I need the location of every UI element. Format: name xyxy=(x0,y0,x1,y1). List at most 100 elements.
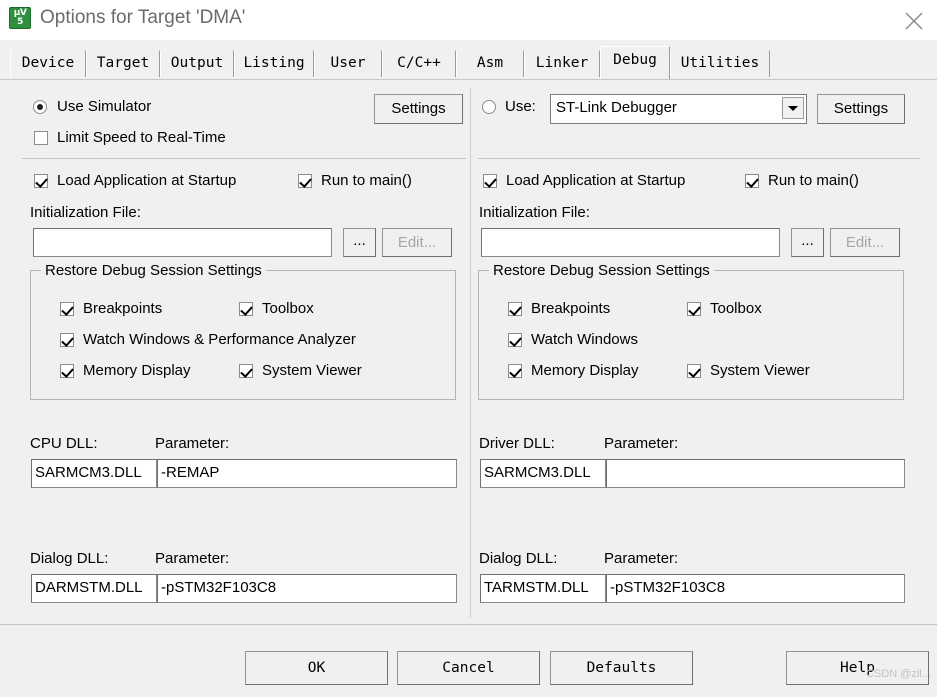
use-debugger-label: Use: xyxy=(505,98,536,115)
simulator-load-app-label: Load Application at Startup xyxy=(57,172,237,189)
simulator-dialog-parameter-input[interactable]: -pSTM32F103C8 xyxy=(157,574,457,603)
hardware-memory-display-checkbox[interactable] xyxy=(508,364,522,378)
simulator-watch-windows-label: Watch Windows & Performance Analyzer xyxy=(83,331,356,348)
hardware-settings-button[interactable]: Settings xyxy=(817,94,905,124)
simulator-breakpoints-label: Breakpoints xyxy=(83,300,163,317)
hardware-dialog-dll-input[interactable]: TARMSTM.DLL xyxy=(480,574,606,603)
simulator-separator xyxy=(22,158,466,159)
simulator-edit-label: Edit... xyxy=(397,234,437,251)
watermark: CSDN @zll... xyxy=(866,668,931,680)
hardware-watch-windows-label: Watch Windows xyxy=(531,331,638,348)
tab-user[interactable]: User xyxy=(314,50,382,77)
debugger-select-value: ST-Link Debugger xyxy=(556,99,677,116)
hardware-system-viewer-label: System Viewer xyxy=(710,362,810,379)
tab-target-label: Target xyxy=(96,55,150,71)
close-icon[interactable] xyxy=(891,0,937,38)
tab-output[interactable]: Output xyxy=(160,50,234,77)
simulator-dialog-dll-input[interactable]: DARMSTM.DLL xyxy=(31,574,157,603)
simulator-run-to-main-label: Run to main() xyxy=(321,172,412,189)
tab-debug-label: Debug xyxy=(613,52,657,68)
hardware-init-file-input[interactable] xyxy=(481,228,780,257)
tab-utilities-label: Utilities xyxy=(680,55,760,71)
hardware-breakpoints-label: Breakpoints xyxy=(531,300,611,317)
hardware-edit-button[interactable]: Edit... xyxy=(830,228,900,257)
simulator-settings-button[interactable]: Settings xyxy=(374,94,463,124)
simulator-dialog-dll-label: Dialog DLL: xyxy=(30,550,109,567)
tab-cpp-label: C/C++ xyxy=(397,55,441,71)
tab-listing[interactable]: Listing xyxy=(234,50,314,77)
simulator-toolbox-label: Toolbox xyxy=(262,300,314,317)
driver-dll-label: Driver DLL: xyxy=(479,435,555,452)
simulator-system-viewer-checkbox[interactable] xyxy=(239,364,253,378)
use-debugger-radio[interactable] xyxy=(482,100,496,114)
tab-cpp[interactable]: C/C++ xyxy=(382,50,456,77)
cpu-parameter-input[interactable]: -REMAP xyxy=(157,459,457,488)
ok-label: OK xyxy=(307,660,326,676)
defaults-button[interactable]: Defaults xyxy=(550,651,693,685)
simulator-init-file-label: Initialization File: xyxy=(30,204,141,221)
hardware-run-to-main-checkbox[interactable] xyxy=(745,174,759,188)
use-simulator-label: Use Simulator xyxy=(57,98,152,115)
tab-utilities[interactable]: Utilities xyxy=(670,50,770,77)
dialog-footer: OK Cancel Defaults Help CSDN @zll... xyxy=(0,624,937,697)
window-title: Options for Target 'DMA' xyxy=(40,7,246,28)
driver-parameter-label: Parameter: xyxy=(604,435,679,452)
title-bar: μV 5 Options for Target 'DMA' xyxy=(0,0,937,41)
driver-parameter-input[interactable] xyxy=(606,459,905,488)
hardware-system-viewer-checkbox[interactable] xyxy=(687,364,701,378)
simulator-toolbox-checkbox[interactable] xyxy=(239,302,253,316)
hardware-restore-group-title: Restore Debug Session Settings xyxy=(489,262,714,279)
tab-debug[interactable]: Debug xyxy=(600,46,670,79)
tab-device[interactable]: Device xyxy=(10,50,86,77)
simulator-breakpoints-checkbox[interactable] xyxy=(60,302,74,316)
use-simulator-radio[interactable] xyxy=(33,100,47,114)
tab-target[interactable]: Target xyxy=(86,50,160,77)
tab-listing-label: Listing xyxy=(243,55,305,71)
hardware-load-app-checkbox[interactable] xyxy=(483,174,497,188)
tab-output-label: Output xyxy=(170,55,224,71)
debugger-select[interactable]: ST-Link Debugger xyxy=(550,94,807,124)
simulator-restore-group-title: Restore Debug Session Settings xyxy=(41,262,266,279)
hardware-browse-button[interactable]: ... xyxy=(791,228,824,257)
hardware-browse-label: ... xyxy=(801,232,814,249)
simulator-dialog-parameter-label: Parameter: xyxy=(155,550,230,567)
hardware-memory-display-label: Memory Display xyxy=(531,362,639,379)
simulator-browse-label: ... xyxy=(353,232,366,249)
simulator-load-app-checkbox[interactable] xyxy=(34,174,48,188)
cpu-parameter-label: Parameter: xyxy=(155,435,230,452)
hardware-toolbox-label: Toolbox xyxy=(710,300,762,317)
limit-speed-checkbox[interactable] xyxy=(34,131,48,145)
hardware-load-app-label: Load Application at Startup xyxy=(506,172,686,189)
simulator-settings-label: Settings xyxy=(391,100,446,117)
cancel-label: Cancel xyxy=(442,660,495,676)
simulator-init-file-input[interactable] xyxy=(33,228,332,257)
simulator-run-to-main-checkbox[interactable] xyxy=(298,174,312,188)
ok-button[interactable]: OK xyxy=(245,651,388,685)
tab-asm-label: Asm xyxy=(476,55,504,71)
cpu-dll-input[interactable]: SARMCM3.DLL xyxy=(31,459,157,488)
hardware-breakpoints-checkbox[interactable] xyxy=(508,302,522,316)
driver-dll-input[interactable]: SARMCM3.DLL xyxy=(480,459,606,488)
simulator-memory-display-label: Memory Display xyxy=(83,362,191,379)
cancel-button[interactable]: Cancel xyxy=(397,651,540,685)
tab-linker-label: Linker xyxy=(535,55,589,71)
hardware-edit-label: Edit... xyxy=(845,234,885,251)
hardware-run-to-main-label: Run to main() xyxy=(768,172,859,189)
hardware-separator xyxy=(478,158,920,159)
tab-strip: Device Target Output Listing User C/C++ … xyxy=(0,40,937,79)
tab-linker[interactable]: Linker xyxy=(524,50,600,77)
simulator-watch-windows-checkbox[interactable] xyxy=(60,333,74,347)
hardware-watch-windows-checkbox[interactable] xyxy=(508,333,522,347)
simulator-memory-display-checkbox[interactable] xyxy=(60,364,74,378)
simulator-browse-button[interactable]: ... xyxy=(343,228,376,257)
tab-asm[interactable]: Asm xyxy=(456,50,524,77)
debug-tab-panel: Use Simulator Settings Limit Speed to Re… xyxy=(0,79,937,625)
hardware-dialog-parameter-input[interactable]: -pSTM32F103C8 xyxy=(606,574,905,603)
hardware-toolbox-checkbox[interactable] xyxy=(687,302,701,316)
defaults-label: Defaults xyxy=(586,660,657,676)
chevron-down-icon[interactable] xyxy=(782,97,804,119)
simulator-edit-button[interactable]: Edit... xyxy=(382,228,452,257)
hardware-settings-label: Settings xyxy=(833,100,889,117)
hardware-dialog-parameter-label: Parameter: xyxy=(604,550,679,567)
uvision-icon: μV 5 xyxy=(9,7,31,29)
